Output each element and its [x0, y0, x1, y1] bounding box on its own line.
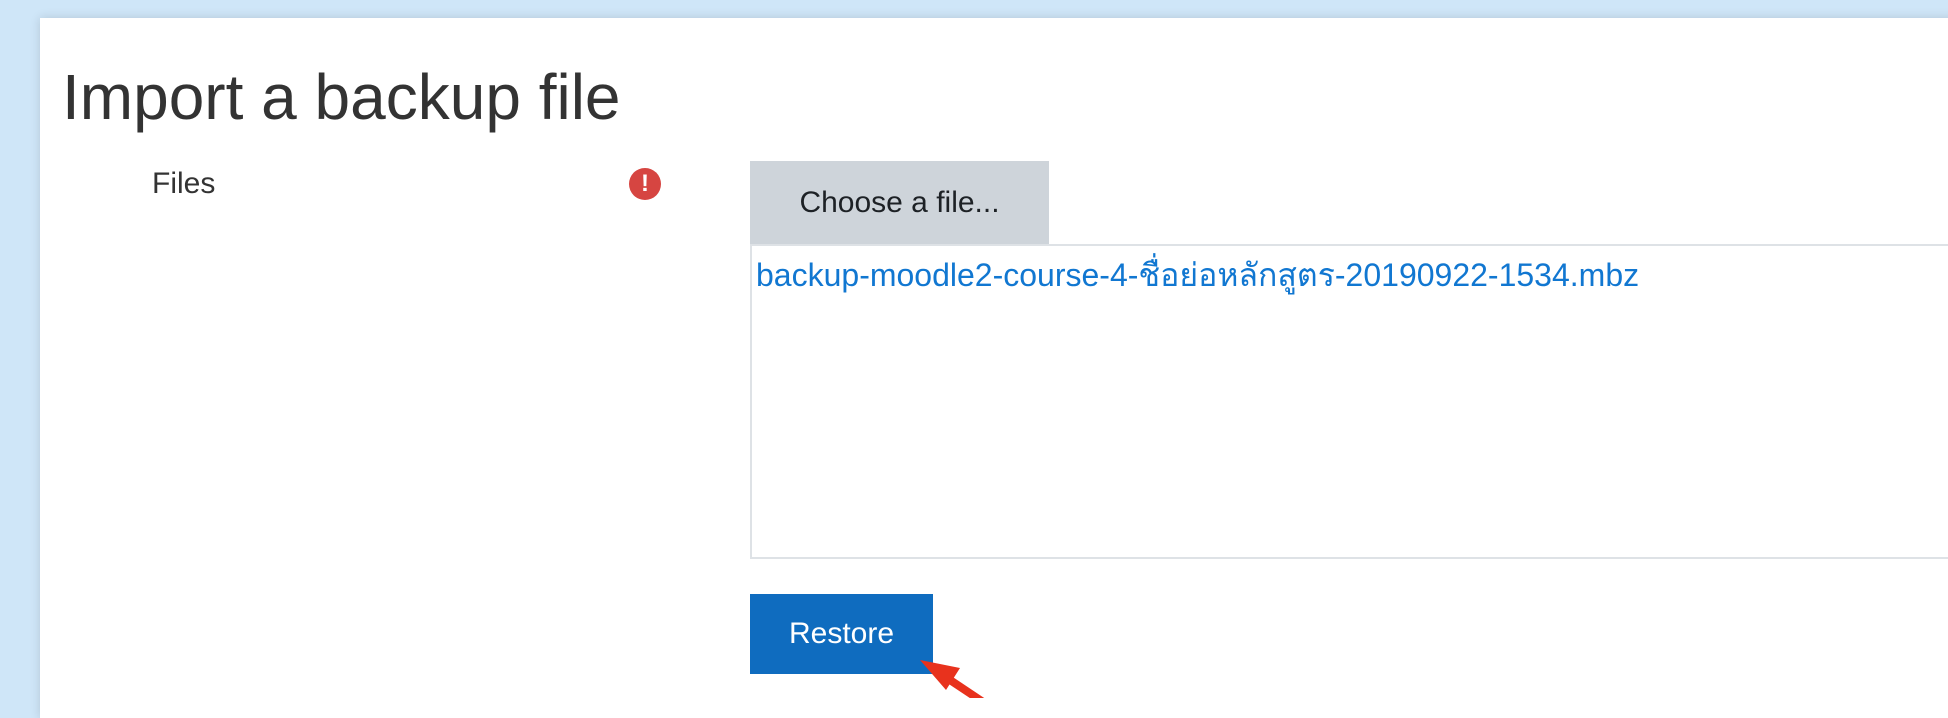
files-label: Files [152, 167, 216, 200]
choose-file-button[interactable]: Choose a file... [750, 161, 1049, 244]
restore-button[interactable]: Restore [750, 594, 933, 674]
page-title: Import a backup file [62, 61, 621, 133]
selected-file-link[interactable]: backup-moodle2-course-4-ชื่อย่อหลักสูตร-… [756, 250, 1639, 301]
file-drop-area[interactable]: backup-moodle2-course-4-ชื่อย่อหลักสูตร-… [750, 244, 1948, 559]
required-icon: ! [629, 168, 661, 200]
